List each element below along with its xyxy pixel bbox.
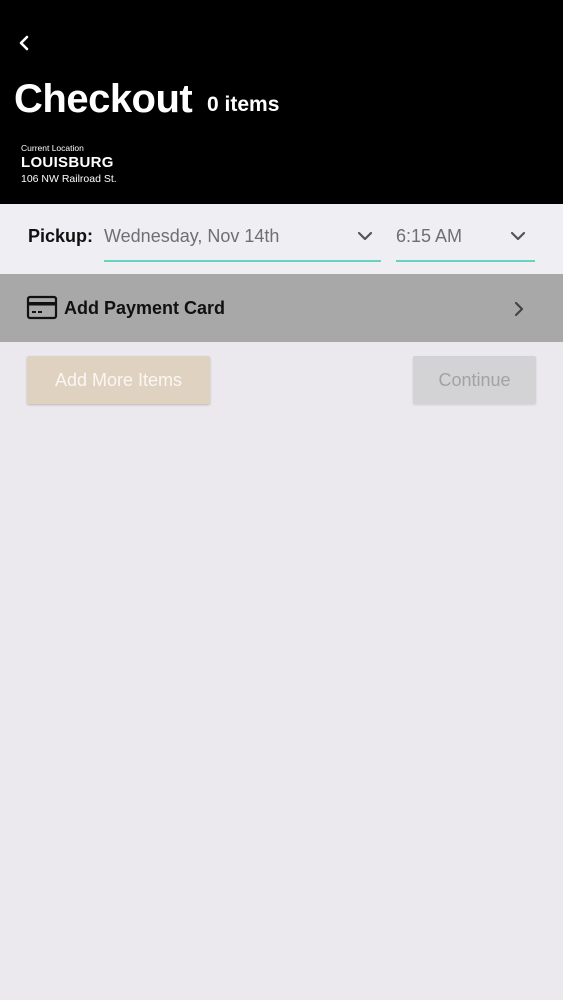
pickup-date-value: Wednesday, Nov 14th [104, 226, 280, 246]
pickup-date-select[interactable]: Wednesday, Nov 14th [104, 218, 381, 262]
continue-button[interactable]: Continue [413, 356, 536, 404]
add-payment-card-label: Add Payment Card [64, 298, 226, 318]
add-more-items-button[interactable]: Add More Items [27, 356, 210, 404]
cart-item-count: 0 items [207, 93, 280, 116]
location-address: 106 NW Railroad St. [21, 173, 117, 185]
back-button[interactable] [12, 30, 36, 56]
checkout-header: Checkout 0 items Current Location LOUISB… [0, 0, 563, 204]
pickup-row: Pickup: Wednesday, Nov 14th 6:15 AM [0, 204, 563, 274]
location-name: LOUISBURG [21, 154, 114, 171]
chevron-left-icon [19, 35, 29, 51]
chevron-down-icon [357, 231, 373, 241]
chevron-down-icon [510, 231, 526, 241]
page-title: Checkout [14, 77, 193, 121]
pickup-label: Pickup: [28, 226, 94, 246]
current-location-label: Current Location [21, 143, 84, 153]
credit-card-icon [26, 295, 58, 320]
pickup-time-value: 6:15 AM [396, 226, 463, 246]
pickup-time-select[interactable]: 6:15 AM [396, 218, 535, 262]
add-payment-card-row[interactable]: Add Payment Card [0, 274, 563, 342]
chevron-right-icon [514, 301, 524, 317]
